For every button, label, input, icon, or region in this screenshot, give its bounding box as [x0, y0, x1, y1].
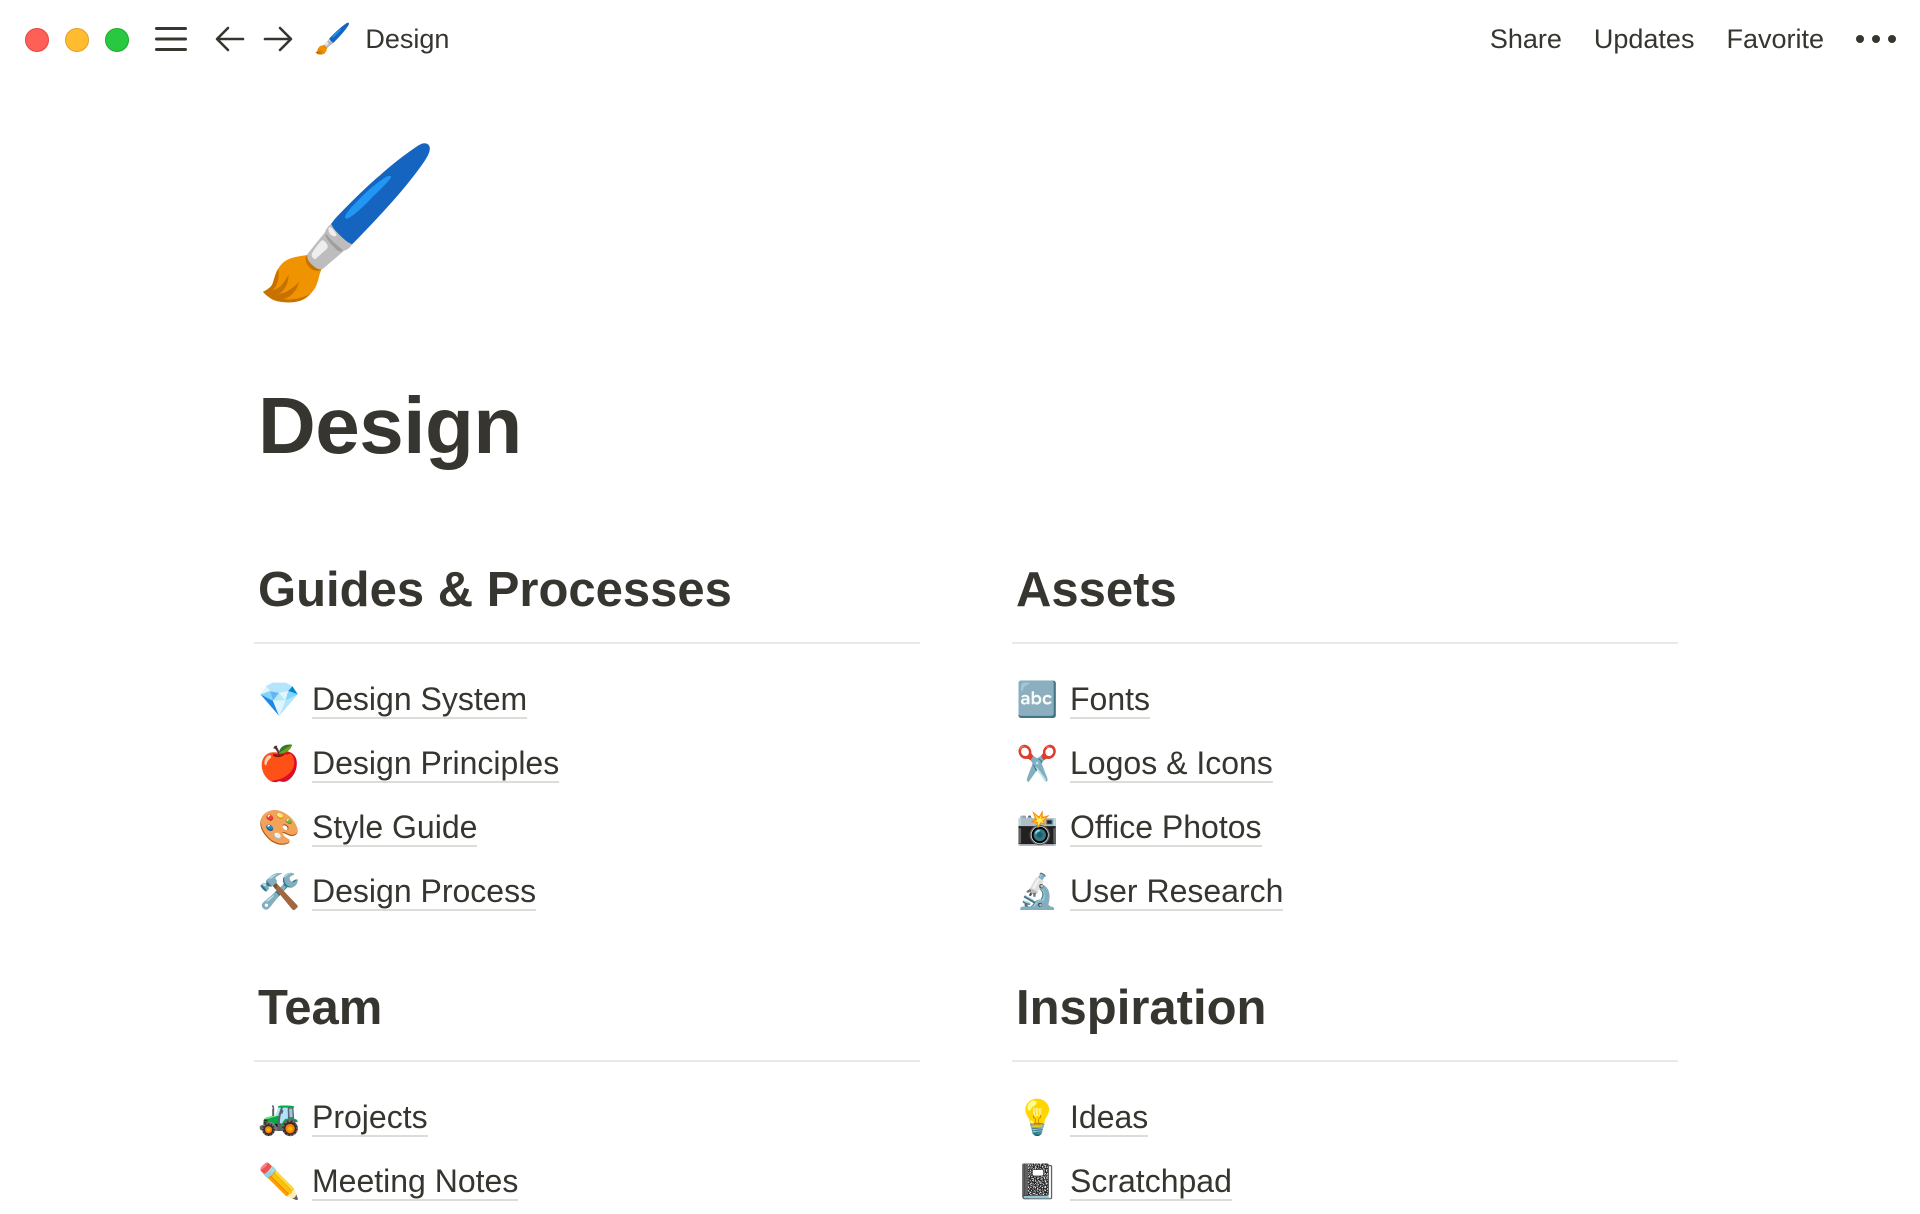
- link-label: User Research: [1070, 873, 1284, 911]
- section-heading: Team: [258, 981, 383, 1035]
- link-label: Logos & Icons: [1070, 745, 1273, 783]
- section-heading: Guides & Processes: [258, 563, 732, 617]
- section-inspiration: Inspiration 💡 Ideas 📓 Scratchpad: [1012, 978, 1678, 1214]
- page-link-design-process[interactable]: 🛠️ Design Process: [254, 860, 920, 924]
- abc-icon: 🔤: [1016, 681, 1059, 719]
- divider: [1012, 642, 1678, 644]
- more-dot-icon: [1888, 35, 1896, 43]
- link-label: Meeting Notes: [312, 1163, 519, 1201]
- updates-button[interactable]: Updates: [1594, 24, 1695, 55]
- page-icon-paintbrush[interactable]: 🖌️: [255, 148, 442, 298]
- back-button[interactable]: [212, 20, 248, 58]
- page-link-user-research[interactable]: 🔬 User Research: [1012, 860, 1678, 924]
- tractor-icon: 🚜: [258, 1099, 301, 1137]
- section-team: Team 🚜 Projects ✏️ Meeting Notes: [254, 978, 920, 1214]
- link-label: Style Guide: [312, 809, 478, 847]
- page-link-meeting-notes[interactable]: ✏️ Meeting Notes: [254, 1150, 920, 1214]
- arrow-left-icon: [215, 26, 245, 52]
- apple-icon: 🍎: [258, 745, 301, 783]
- paintbrush-icon: 🖌️: [314, 22, 352, 56]
- breadcrumb-design[interactable]: 🖌️ Design: [314, 18, 449, 60]
- page-link-logos-icons[interactable]: ✂️ Logos & Icons: [1012, 732, 1678, 796]
- pencil-icon: ✏️: [258, 1163, 301, 1201]
- page-title: Design: [258, 381, 522, 470]
- window-minimize-button[interactable]: [65, 28, 89, 52]
- camera-flash-icon: 📸: [1016, 809, 1059, 847]
- share-button[interactable]: Share: [1490, 24, 1562, 55]
- page-link-office-photos[interactable]: 📸 Office Photos: [1012, 796, 1678, 860]
- top-bar: 🖌️ Design Share Updates Favorite: [0, 0, 1920, 78]
- favorite-button[interactable]: Favorite: [1726, 24, 1824, 55]
- divider: [1012, 1060, 1678, 1062]
- hamburger-menu-icon: [155, 27, 187, 51]
- arrow-right-icon: [263, 26, 293, 52]
- link-label: Design System: [312, 681, 528, 719]
- section-guides-processes: Guides & Processes 💎 Design System 🍎 Des…: [254, 560, 920, 924]
- sidebar-toggle-button[interactable]: [153, 20, 189, 58]
- page-link-projects[interactable]: 🚜 Projects: [254, 1086, 920, 1150]
- page-link-design-principles[interactable]: 🍎 Design Principles: [254, 732, 920, 796]
- section-heading: Inspiration: [1016, 981, 1267, 1035]
- link-label: Projects: [312, 1099, 428, 1137]
- forward-button[interactable]: [260, 20, 296, 58]
- window-maximize-button[interactable]: [105, 28, 129, 52]
- link-label: Fonts: [1070, 681, 1151, 719]
- link-label: Scratchpad: [1070, 1163, 1232, 1201]
- palette-icon: 🎨: [258, 809, 301, 847]
- gem-icon: 💎: [258, 681, 301, 719]
- scissors-icon: ✂️: [1016, 745, 1059, 783]
- link-label: Office Photos: [1070, 809, 1262, 847]
- page-link-style-guide[interactable]: 🎨 Style Guide: [254, 796, 920, 860]
- breadcrumb-label: Design: [365, 23, 450, 54]
- section-assets: Assets 🔤 Fonts ✂️ Logos & Icons 📸 Office…: [1012, 560, 1678, 924]
- notebook-icon: 📓: [1016, 1163, 1059, 1201]
- more-options-button[interactable]: [1856, 35, 1896, 43]
- page-link-fonts[interactable]: 🔤 Fonts: [1012, 668, 1678, 732]
- window-close-button[interactable]: [25, 28, 49, 52]
- link-label: Design Process: [312, 873, 537, 911]
- more-dot-icon: [1856, 35, 1864, 43]
- link-label: Ideas: [1070, 1099, 1149, 1137]
- page-link-design-system[interactable]: 💎 Design System: [254, 668, 920, 732]
- page-link-ideas[interactable]: 💡 Ideas: [1012, 1086, 1678, 1150]
- page-link-scratchpad[interactable]: 📓 Scratchpad: [1012, 1150, 1678, 1214]
- section-heading: Assets: [1016, 563, 1177, 617]
- hammer-wrench-icon: 🛠️: [258, 873, 301, 911]
- divider: [254, 642, 920, 644]
- light-bulb-icon: 💡: [1016, 1099, 1059, 1137]
- divider: [254, 1060, 920, 1062]
- link-label: Design Principles: [312, 745, 560, 783]
- topbar-actions: Share Updates Favorite: [1490, 18, 1920, 60]
- more-dot-icon: [1872, 35, 1880, 43]
- microscope-icon: 🔬: [1016, 873, 1059, 911]
